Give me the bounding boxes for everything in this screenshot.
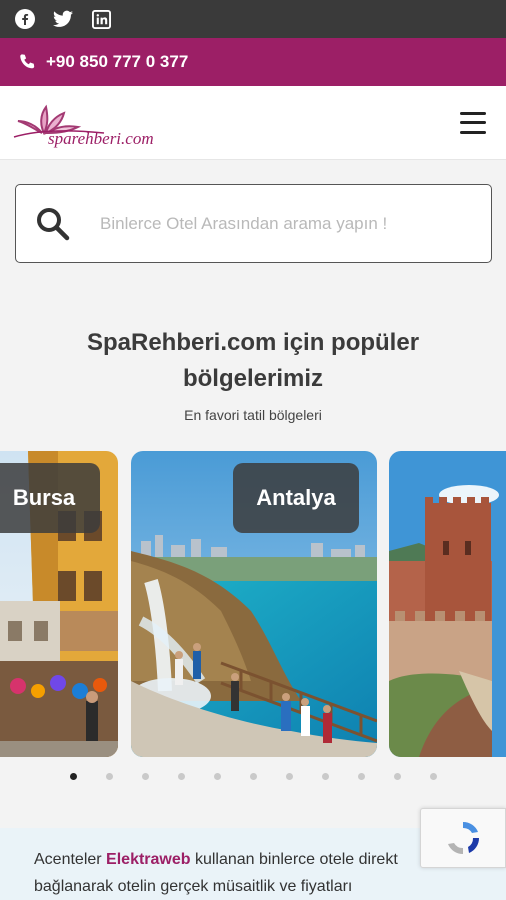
twitter-icon[interactable] <box>52 8 74 30</box>
phone-bar[interactable]: +90 850 777 0 377 <box>0 38 506 86</box>
region-label-antalya: Antalya <box>233 463 359 533</box>
carousel-dot[interactable] <box>213 773 221 780</box>
facebook-icon[interactable] <box>14 8 36 30</box>
regions-title: SpaRehberi.com için popüler bölgelerimiz <box>86 329 420 392</box>
carousel-dot[interactable] <box>69 773 77 780</box>
recaptcha-icon <box>448 821 480 855</box>
region-card-bursa[interactable]: Bursa <box>0 451 118 757</box>
carousel-dots[interactable] <box>0 773 506 780</box>
search-icon[interactable] <box>36 207 70 241</box>
recaptcha-badge[interactable] <box>420 808 506 868</box>
site-header: sparehberi.com <box>0 86 506 160</box>
phone-icon <box>20 54 35 69</box>
carousel-dot[interactable] <box>177 773 185 780</box>
search-box[interactable] <box>15 184 492 263</box>
carousel-dot[interactable] <box>321 773 329 780</box>
region-label-bursa: Bursa <box>0 463 100 533</box>
carousel-dot[interactable] <box>285 773 293 780</box>
regions-subtitle: En favori tatil bölgeleri <box>184 407 322 423</box>
castle-photo <box>389 451 506 757</box>
search-input[interactable] <box>100 213 480 234</box>
elektraweb-link[interactable]: Elektraweb <box>106 851 190 868</box>
social-bar <box>0 0 506 38</box>
carousel-dot[interactable] <box>141 773 149 780</box>
linkedin-icon[interactable] <box>90 8 112 30</box>
carousel-dot[interactable] <box>249 773 257 780</box>
regions-carousel[interactable]: Bursa Antalya <box>0 451 506 761</box>
region-card-antalya[interactable]: Antalya <box>131 451 377 757</box>
carousel-dot[interactable] <box>393 773 401 780</box>
carousel-dot[interactable] <box>429 773 437 780</box>
menu-icon[interactable] <box>460 111 486 134</box>
carousel-dot[interactable] <box>105 773 113 780</box>
carousel-dot[interactable] <box>357 773 365 780</box>
site-logo[interactable]: sparehberi.com <box>12 95 192 151</box>
phone-number[interactable]: +90 850 777 0 377 <box>46 52 188 72</box>
logo-text: sparehberi.com <box>48 128 154 148</box>
region-card-third[interactable] <box>389 451 506 757</box>
